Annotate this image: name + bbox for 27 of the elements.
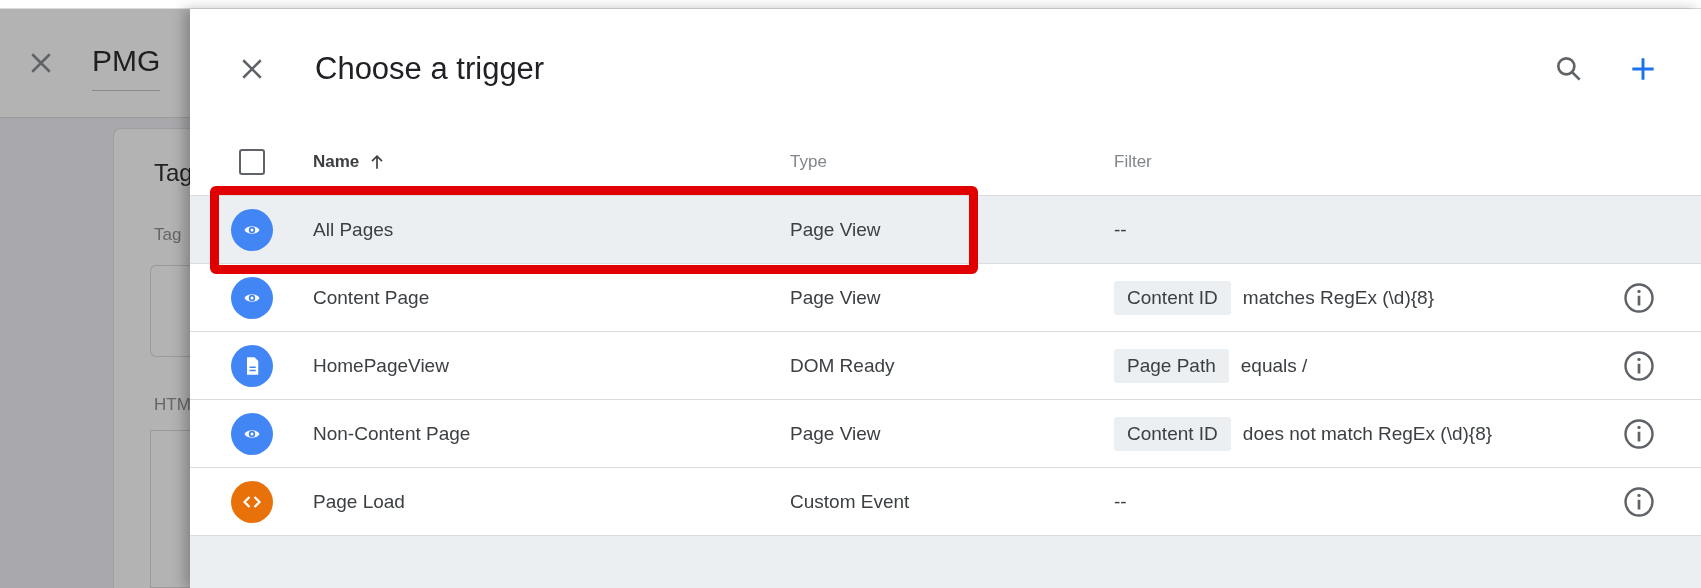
trigger-type: Page View [790,286,881,309]
filter-variable: Content ID [1114,416,1231,451]
filter-condition: -- [1114,218,1127,241]
select-all-checkbox[interactable] [238,149,265,175]
trigger-name: Content Page [313,286,430,309]
trigger-name: Non-Content Page [313,422,471,445]
column-header[interactable]: Name [313,152,388,172]
trigger-name: HomePageView [313,354,449,377]
panel-title: Choose a trigger [315,51,546,87]
trigger-name: Page Load [313,490,405,513]
field-label: Tag [154,225,183,245]
column-header[interactable]: Filter [1114,152,1152,172]
filter-variable: Content ID [1114,280,1231,315]
tag-title: PMG [92,35,161,91]
filter-condition: equals / [1240,354,1308,377]
filter-condition: does not match RegEx (\d){8} [1242,422,1493,445]
filter-variable: Page Path [1114,348,1229,383]
trigger-type: Page View [790,422,881,445]
filter-condition: -- [1114,490,1127,513]
section-label: HTM [154,395,190,415]
trigger-name: All Pages [313,218,394,241]
trigger-type: Page View [790,218,881,241]
trigger-type: Custom Event [790,490,910,513]
trigger-row[interactable]: All Pages Page View -- [190,196,1701,264]
filter-condition: matches RegEx (\d){8} [1242,286,1434,309]
column-header[interactable]: Type [790,152,827,172]
trigger-type: DOM Ready [790,354,895,377]
